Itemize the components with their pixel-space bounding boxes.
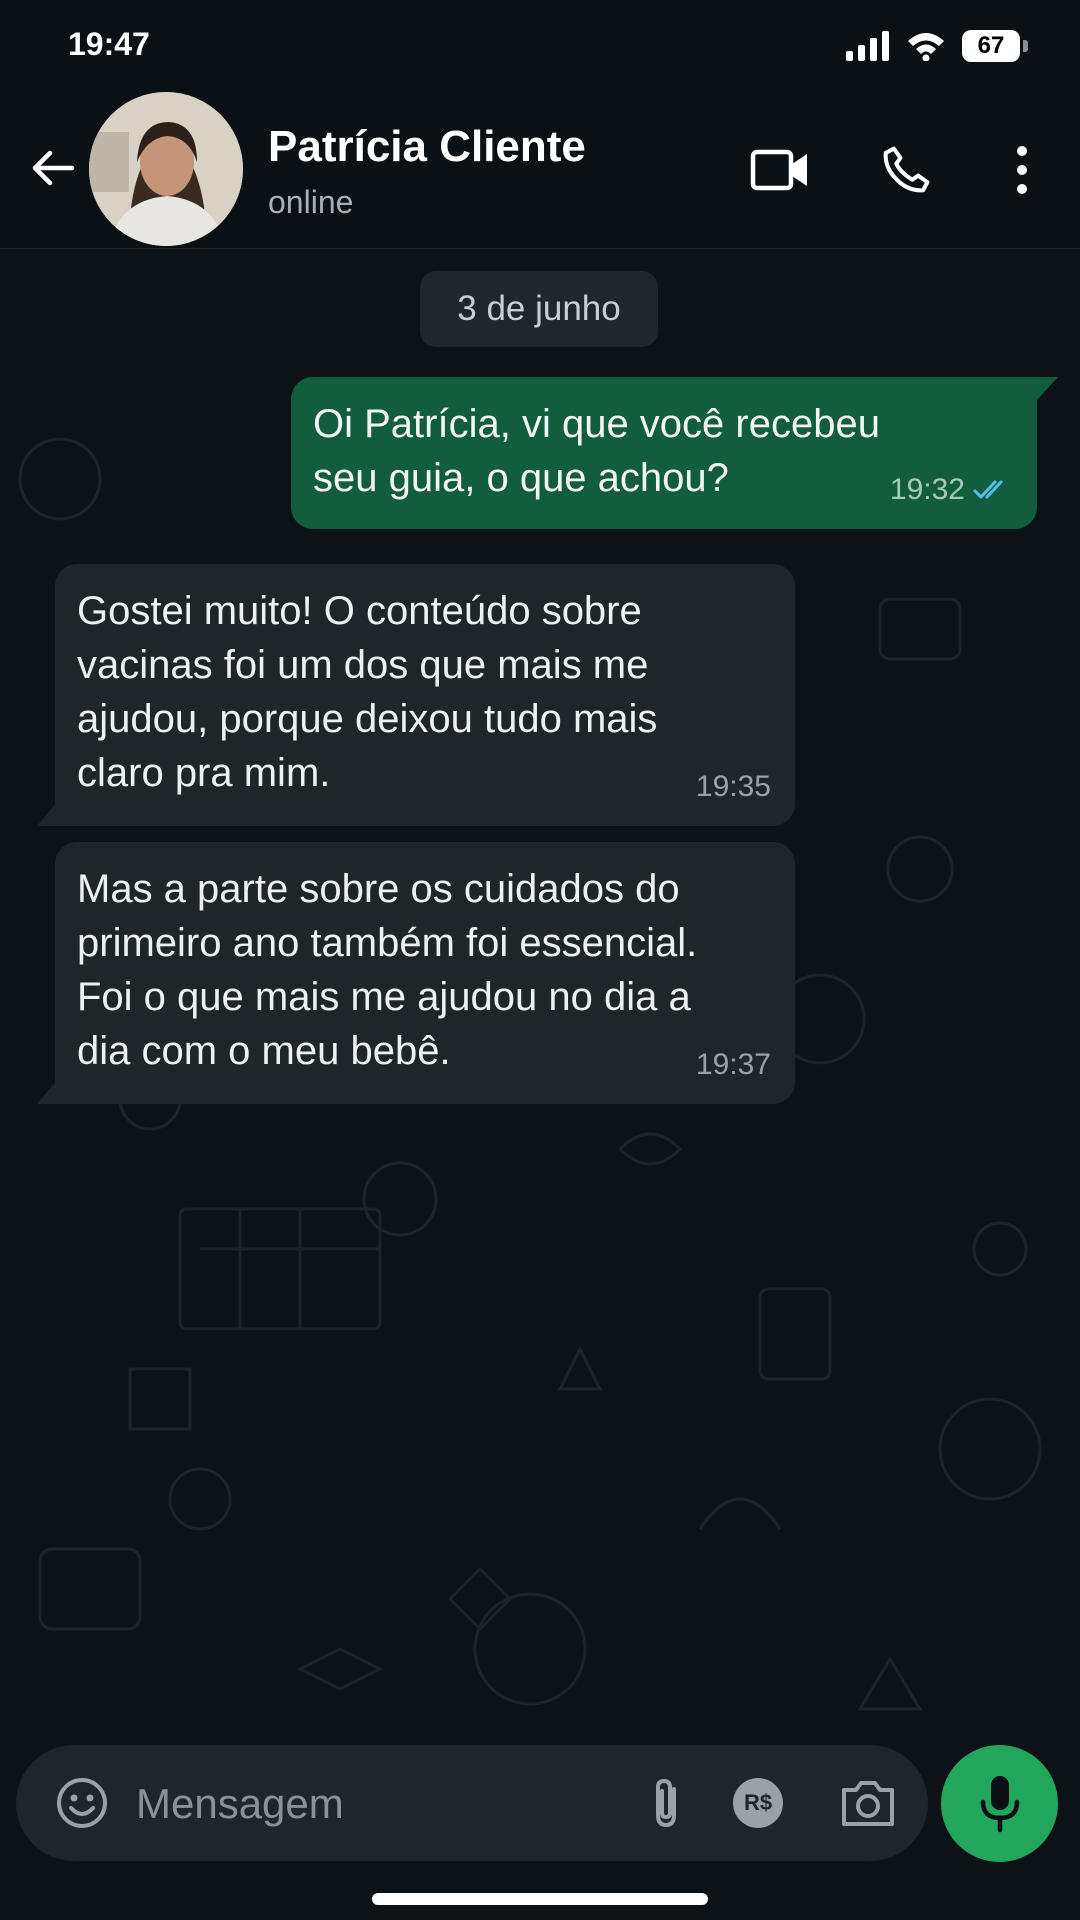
phone-icon [883,146,930,193]
read-ticks-icon [973,480,1003,499]
message-meta: 19:32 [890,463,1013,517]
outgoing-bubble-tail [1036,377,1058,401]
emoji-button[interactable] [54,1775,110,1831]
mic-icon [980,1775,1019,1832]
battery-level: 67 [977,32,1005,59]
attach-icon [656,1778,676,1828]
date-separator: 3 de junho [420,271,658,347]
signal-icon [846,31,889,61]
more-options-button[interactable] [990,138,1054,202]
contact-name[interactable]: Patrícia Cliente [268,122,586,172]
message-composer: R$ [16,1745,928,1861]
chat-area[interactable]: 3 de junho Oi Patrícia, vi que você rece… [0,249,1080,1920]
video-call-button[interactable] [748,138,812,202]
status-icons: 67 [846,26,1028,66]
back-arrow-icon [32,150,75,186]
emoji-icon [57,1778,107,1828]
message-time: 19:37 [695,1048,771,1081]
message-time: 19:32 [889,473,965,506]
more-vertical-icon [1017,146,1027,194]
video-call-icon [750,149,807,191]
camera-button[interactable] [838,1775,898,1831]
home-indicator[interactable] [372,1893,708,1905]
message-incoming[interactable]: Gostei muito! O conteúdo sobre vacinas f… [55,564,795,826]
incoming-bubble-tail [37,802,57,826]
message-incoming[interactable]: Mas a parte sobre os cuidados do primeir… [55,842,795,1104]
voice-message-button[interactable] [941,1745,1058,1862]
wifi-icon [908,33,944,61]
attach-button[interactable] [638,1775,694,1831]
message-outgoing[interactable]: Oi Patrícia, vi que você recebeu seu gui… [291,377,1037,529]
avatar[interactable] [89,92,243,246]
message-meta: 19:35 [696,760,771,814]
message-text: Gostei muito! O conteúdo sobre vacinas f… [77,589,658,795]
avatar-photo [89,92,243,246]
camera-icon [842,1781,894,1826]
message-input[interactable] [134,1767,608,1841]
voice-call-button[interactable] [874,138,938,202]
status-bar: 19:47 67 [0,0,1080,92]
payment-button[interactable]: R$ [730,1775,786,1831]
message-time: 19:35 [695,770,771,803]
contact-status: online [268,184,354,220]
battery-icon: 67 [962,30,1028,62]
message-meta: 19:37 [696,1038,771,1092]
chat-header: Patrícia Cliente online [0,92,1080,249]
back-button[interactable] [24,140,80,196]
payment-label: R$ [743,1790,773,1815]
incoming-bubble-tail [37,1080,57,1104]
status-time: 19:47 [68,26,150,62]
message-text: Mas a parte sobre os cuidados do primeir… [77,867,698,1073]
